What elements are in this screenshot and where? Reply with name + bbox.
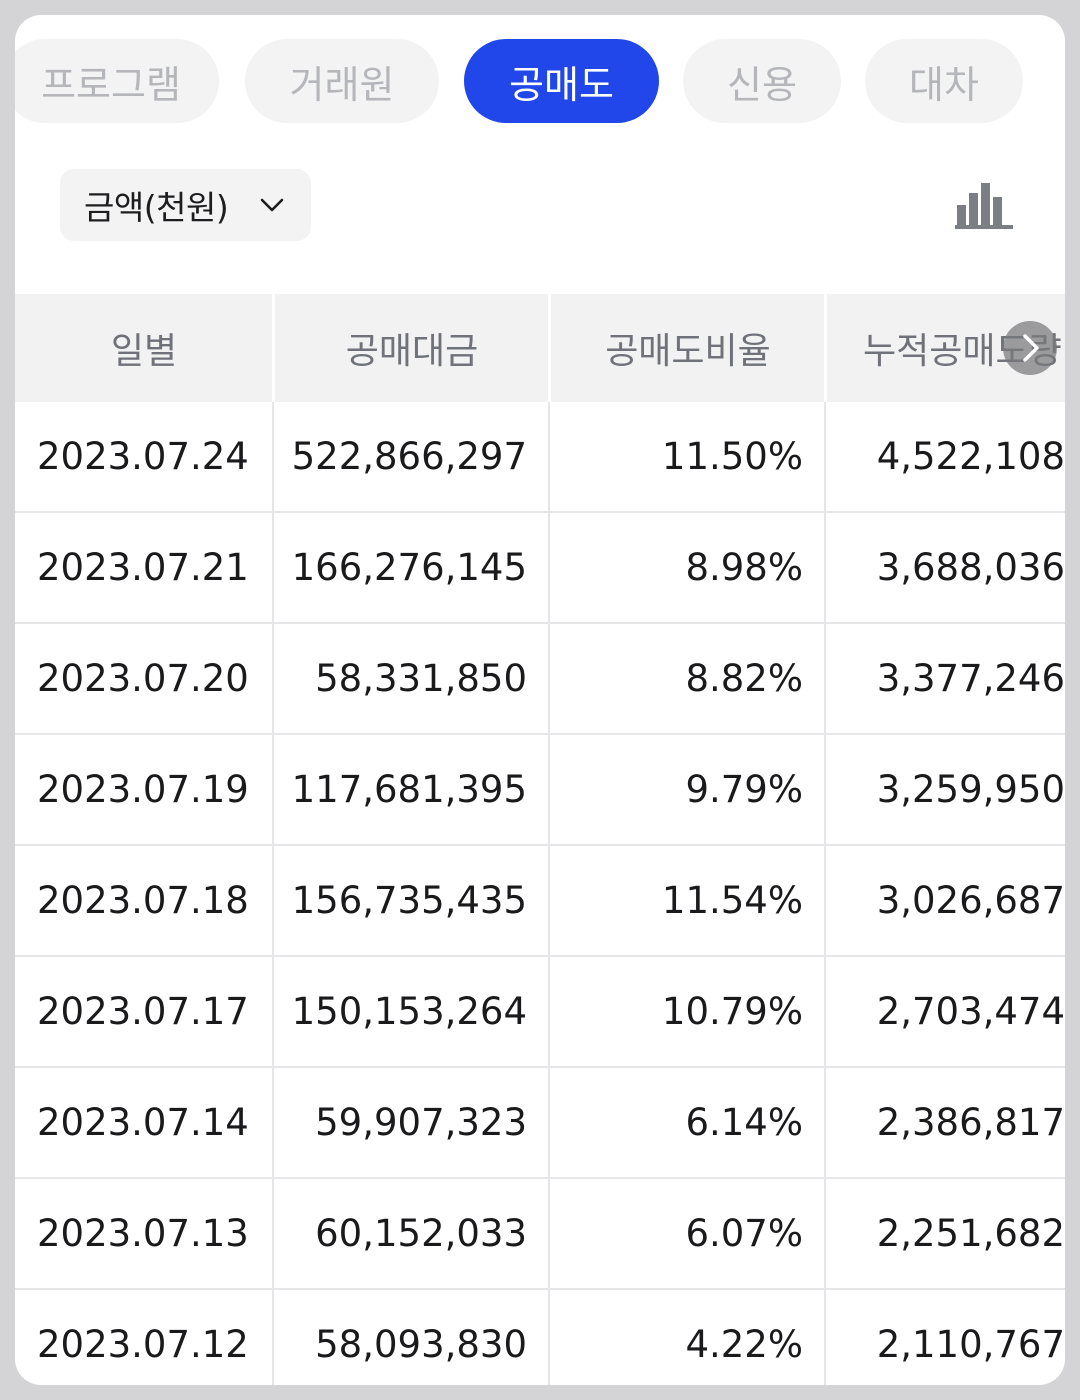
date-cell: 2023.07.12 [37, 1323, 249, 1366]
table-row[interactable]: 2023.07.20 58,331,850 8.82% 3,377,246 [15, 624, 1065, 735]
table-row[interactable]: 2023.07.13 60,152,033 6.07% 2,251,682 [15, 1179, 1065, 1290]
short-amount-cell: 522,866,297 [291, 435, 527, 478]
cumulative-short-volume-cell: 2,386,817 [876, 1101, 1065, 1144]
column-header-date[interactable]: 일별 [15, 294, 273, 402]
tab-label: 프로그램 [41, 62, 181, 107]
unit-dropdown[interactable]: 금액(천원) [60, 169, 311, 241]
short-amount-cell: 59,907,323 [315, 1101, 527, 1144]
short-amount-cell: 150,153,264 [291, 990, 527, 1033]
column-header-short-ratio[interactable]: 공매도비율 [551, 294, 825, 402]
short-amount-cell: 117,681,395 [291, 768, 527, 811]
short-ratio-cell: 9.79% [685, 768, 803, 811]
short-ratio-cell: 11.50% [661, 435, 803, 478]
unit-dropdown-label: 금액(천원) [84, 188, 229, 227]
short-ratio-cell: 6.14% [685, 1101, 803, 1144]
cumulative-short-volume-cell: 4,522,108 [876, 435, 1065, 478]
cumulative-short-volume-cell: 2,251,682 [876, 1212, 1065, 1255]
tab-broker[interactable]: 거래원 [245, 39, 439, 123]
tab-short-selling[interactable]: 공매도 [464, 39, 659, 123]
short-selling-panel: 프로그램 거래원 공매도 신용 대차 금액(천원) 일별 공매대금 공매도비율 [15, 15, 1065, 1385]
short-ratio-cell: 8.98% [685, 546, 803, 589]
category-tabs: 프로그램 거래원 공매도 신용 대차 [15, 39, 1065, 123]
short-amount-cell: 58,093,830 [315, 1323, 527, 1366]
cumulative-short-volume-cell: 3,259,950 [876, 768, 1065, 811]
table-body: 2023.07.24 522,866,297 11.50% 4,522,108 … [15, 402, 1065, 1385]
date-cell: 2023.07.24 [37, 435, 249, 478]
date-cell: 2023.07.19 [37, 768, 249, 811]
table-row[interactable]: 2023.07.18 156,735,435 11.54% 3,026,687 [15, 846, 1065, 957]
tab-lending[interactable]: 대차 [865, 39, 1023, 123]
table-row[interactable]: 2023.07.24 522,866,297 11.50% 4,522,108 [15, 402, 1065, 513]
table-row[interactable]: 2023.07.19 117,681,395 9.79% 3,259,950 [15, 735, 1065, 846]
table-header: 일별 공매대금 공매도비율 누적공매도량 [15, 294, 1065, 402]
cumulative-short-volume-cell: 2,703,474 [876, 990, 1065, 1033]
table-row[interactable]: 2023.07.12 58,093,830 4.22% 2,110,767 [15, 1290, 1065, 1385]
table-row[interactable]: 2023.07.21 166,276,145 8.98% 3,688,036 [15, 513, 1065, 624]
short-ratio-cell: 10.79% [661, 990, 803, 1033]
date-cell: 2023.07.21 [37, 546, 249, 589]
scroll-right-button[interactable] [1003, 321, 1057, 375]
tab-label: 신용 [727, 62, 797, 107]
short-ratio-cell: 8.82% [685, 657, 803, 700]
short-amount-cell: 58,331,850 [315, 657, 527, 700]
date-cell: 2023.07.18 [37, 879, 249, 922]
short-amount-cell: 156,735,435 [291, 879, 527, 922]
tab-label: 대차 [909, 62, 979, 107]
cumulative-short-volume-cell: 3,688,036 [876, 546, 1065, 589]
date-cell: 2023.07.13 [37, 1212, 249, 1255]
short-amount-cell: 60,152,033 [315, 1212, 527, 1255]
tab-label: 거래원 [289, 62, 395, 107]
short-ratio-cell: 6.07% [685, 1212, 803, 1255]
cumulative-short-volume-cell: 2,110,767 [876, 1323, 1065, 1366]
short-amount-cell: 166,276,145 [291, 546, 527, 589]
chevron-right-icon [1023, 334, 1039, 362]
date-cell: 2023.07.20 [37, 657, 249, 700]
short-ratio-cell: 11.54% [661, 879, 803, 922]
column-header-short-amount[interactable]: 공매대금 [275, 294, 549, 402]
short-ratio-cell: 4.22% [685, 1323, 803, 1366]
date-cell: 2023.07.14 [37, 1101, 249, 1144]
tab-label: 공매도 [509, 62, 614, 107]
bar-chart-icon[interactable] [953, 181, 1015, 229]
tab-credit[interactable]: 신용 [683, 39, 841, 123]
table-row[interactable]: 2023.07.17 150,153,264 10.79% 2,703,474 [15, 957, 1065, 1068]
chevron-down-icon [260, 198, 284, 212]
tab-program[interactable]: 프로그램 [15, 39, 219, 123]
cumulative-short-volume-cell: 3,377,246 [876, 657, 1065, 700]
date-cell: 2023.07.17 [37, 990, 249, 1033]
table-row[interactable]: 2023.07.14 59,907,323 6.14% 2,386,817 [15, 1068, 1065, 1179]
cumulative-short-volume-cell: 3,026,687 [876, 879, 1065, 922]
